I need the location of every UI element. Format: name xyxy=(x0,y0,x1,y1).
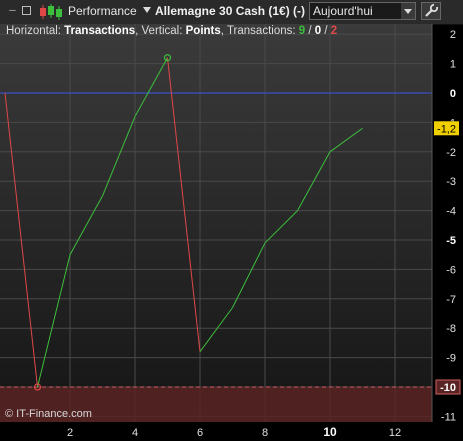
minimize-icon[interactable]: ─ xyxy=(8,6,17,15)
header-sep: , Transactions: xyxy=(220,25,299,37)
period-dropdown-icon[interactable] xyxy=(401,3,415,19)
x-tick-label: 6 xyxy=(197,427,203,439)
last-value-label: -1,2 xyxy=(437,123,456,135)
candlestick-icon xyxy=(37,3,65,26)
y-tick-label: -10 xyxy=(440,382,456,394)
y-tick-label: -5 xyxy=(446,235,456,247)
y-tick-label: 1 xyxy=(450,59,456,71)
chevron-down-icon[interactable] xyxy=(143,7,151,13)
y-tick-label: -8 xyxy=(446,323,456,335)
chart-header: Horizontal: Transactions, Vertical: Poin… xyxy=(6,25,337,37)
chart-toolbar: ─ Performance Allemagne 30 Cash (1€) (-)… xyxy=(0,0,463,25)
x-tick-label: 10 xyxy=(323,425,337,439)
x-tick-label: 8 xyxy=(262,427,268,439)
header-sep: / xyxy=(321,25,331,37)
period-value: Aujourd'hui xyxy=(313,4,373,18)
wrench-icon[interactable] xyxy=(421,2,441,20)
period-select[interactable]: Aujourd'hui xyxy=(309,2,416,20)
copyright-text: © IT-Finance.com xyxy=(5,408,92,420)
y-tick-label: -4 xyxy=(446,206,456,218)
y-tick-label: -2 xyxy=(446,147,456,159)
header-prefix: Horizontal: xyxy=(6,25,65,37)
x-tick-label: 12 xyxy=(389,427,401,439)
x-tick-label: 4 xyxy=(132,427,138,439)
header-sep: , Vertical: xyxy=(135,25,186,37)
header-sep: / xyxy=(305,25,315,37)
y-tick-label: -11 xyxy=(441,411,456,423)
y-tick-label: -7 xyxy=(446,294,456,306)
vertical-axis-name: Points xyxy=(185,25,221,37)
y-tick-label: 2 xyxy=(450,29,456,41)
instrument-selector[interactable]: Allemagne 30 Cash (1€) (-) xyxy=(155,4,305,18)
horizontal-axis-name: Transactions xyxy=(64,25,136,37)
y-tick-label: -6 xyxy=(446,264,456,276)
performance-label: Performance xyxy=(68,4,137,18)
y-tick-label: -9 xyxy=(446,353,456,365)
performance-chart: 210-1-2-3-4-5-6-7-8-9-10-11 24681012 -1,… xyxy=(0,24,461,439)
losses-count: 2 xyxy=(330,25,338,37)
y-tick-label: 0 xyxy=(450,88,456,100)
y-tick-label: -3 xyxy=(446,176,456,188)
x-tick-label: 2 xyxy=(67,427,73,439)
plot-area xyxy=(0,24,432,422)
restore-icon[interactable] xyxy=(22,6,31,15)
